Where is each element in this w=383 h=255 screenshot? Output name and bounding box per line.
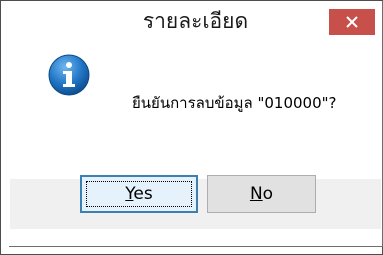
title-bar[interactable]: รายละเอียด [9, 1, 382, 39]
yes-button[interactable]: Yes [80, 175, 198, 213]
close-button[interactable] [329, 9, 375, 35]
confirm-message: ยืนยันการลบข้อมูล "010000"? [132, 94, 337, 112]
dialog-frame: รายละเอียด ยืนยันการลบข้อมูล "010000"? Y… [9, 1, 383, 247]
info-icon [48, 54, 90, 96]
no-button[interactable]: No [207, 175, 316, 213]
no-button-label: No [249, 184, 274, 204]
close-icon [346, 16, 358, 28]
dialog-window: รายละเอียด ยืนยันการลบข้อมูล "010000"? Y… [0, 0, 383, 255]
yes-button-label: Yes [125, 184, 153, 204]
dialog-title: รายละเอียด [142, 9, 249, 33]
